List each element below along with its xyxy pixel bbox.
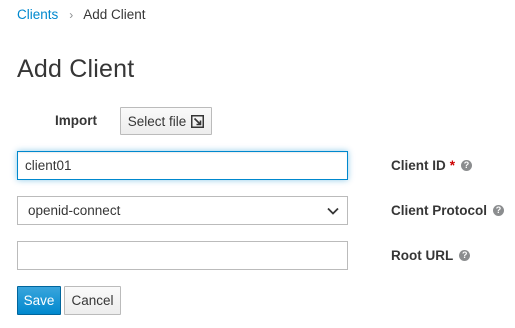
breadcrumb-current: Add Client [83, 7, 146, 22]
page-title: Add Client [17, 55, 135, 83]
breadcrumb-clients-link[interactable]: Clients [17, 7, 58, 22]
import-label: Import [55, 113, 97, 128]
client-id-input[interactable] [17, 151, 348, 180]
help-icon[interactable]: ? [459, 250, 471, 261]
client-id-label: Client ID * ? [391, 158, 473, 173]
select-file-label: Select file [127, 113, 187, 129]
select-file-button[interactable]: Select file [120, 107, 212, 135]
client-id-label-text: Client ID [391, 158, 446, 173]
breadcrumb: Clients › Add Client [17, 7, 146, 22]
client-protocol-select[interactable]: openid-connect [17, 196, 348, 225]
save-button[interactable]: Save [17, 286, 61, 315]
add-client-page: Clients › Add Client Add Client Import S… [0, 0, 515, 328]
chevron-down-icon [327, 207, 339, 215]
help-icon[interactable]: ? [493, 205, 505, 216]
breadcrumb-separator-icon: › [69, 7, 74, 22]
client-protocol-label-text: Client Protocol [391, 203, 488, 218]
root-url-label: Root URL ? [391, 248, 471, 263]
external-link-icon [191, 114, 205, 128]
root-url-label-text: Root URL [391, 248, 454, 263]
root-url-input[interactable] [17, 241, 348, 270]
client-protocol-selected: openid-connect [28, 203, 121, 218]
cancel-button[interactable]: Cancel [64, 286, 121, 315]
required-marker: * [449, 158, 456, 173]
client-protocol-label: Client Protocol ? [391, 203, 505, 218]
help-icon[interactable]: ? [461, 160, 473, 171]
